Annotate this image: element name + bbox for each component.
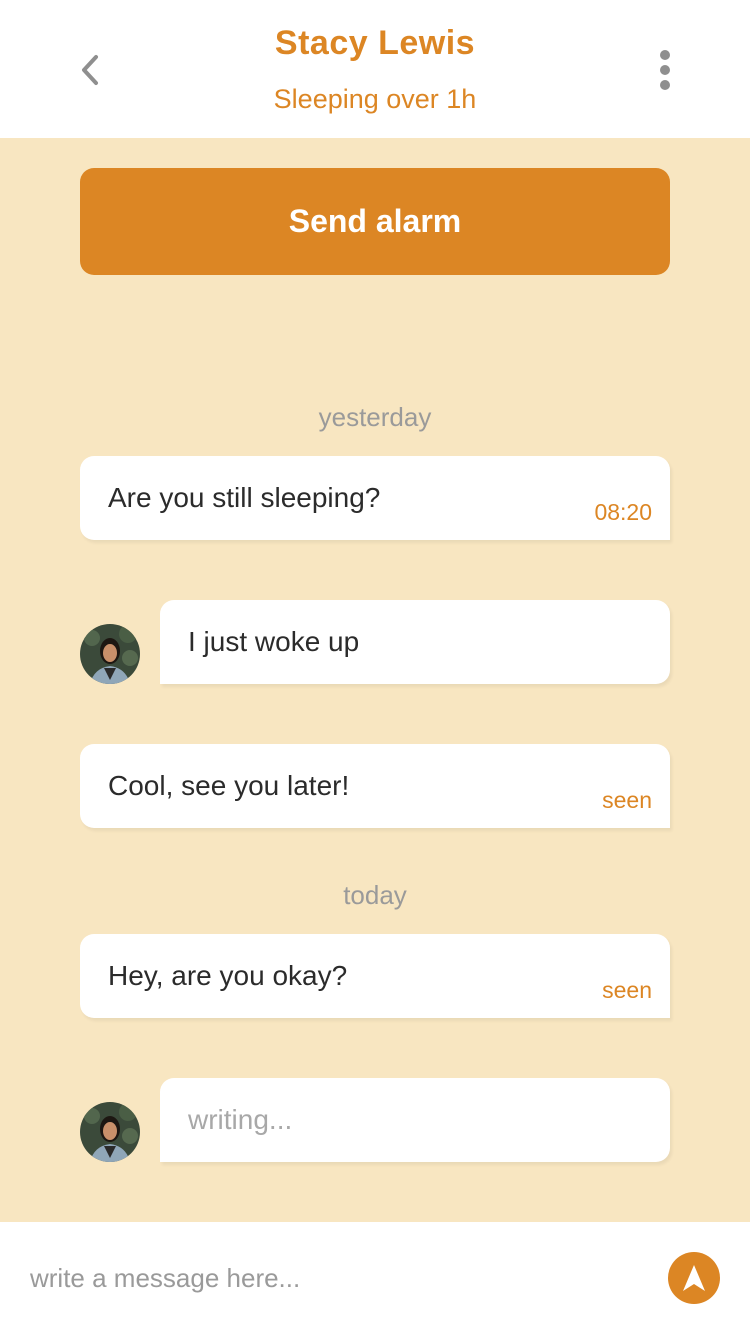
message-text: Cool, see you later! [108,770,350,801]
avatar[interactable] [80,624,140,684]
contact-name: Stacy Lewis [274,24,476,62]
date-separator: yesterday [318,402,432,432]
message-composer [0,1222,750,1334]
message-input[interactable] [30,1258,630,1298]
message-bubble-incoming[interactable]: I just woke up [160,600,670,684]
send-button[interactable] [668,1252,720,1304]
seen-indicator: seen [602,977,652,1003]
send-alarm-button[interactable]: Send alarm [80,168,670,275]
message-bubble-outgoing[interactable]: Hey, are you okay? seen [80,934,670,1018]
contact-photo [80,624,140,684]
more-vertical-icon [660,50,670,60]
message-bubble-outgoing[interactable]: Cool, see you later! seen [80,744,670,828]
typing-indicator: writing... [188,1104,293,1135]
chat-header: Stacy Lewis Sleeping over 1h [0,0,750,138]
message-text: I just woke up [188,626,360,657]
more-options-button[interactable] [650,46,680,94]
avatar[interactable] [80,1102,140,1162]
message-text: Hey, are you okay? [108,960,348,991]
message-text: Are you still sleeping? [108,482,381,513]
message-bubble-outgoing[interactable]: Are you still sleeping? 08:20 [80,456,670,540]
contact-status: Sleeping over 1h [273,84,477,114]
seen-indicator: seen [602,787,652,813]
message-time: 08:20 [594,499,652,525]
contact-photo [80,1102,140,1162]
typing-indicator-bubble: writing... [160,1078,670,1162]
date-separator: today [343,880,407,910]
send-arrow-icon [683,1265,705,1291]
